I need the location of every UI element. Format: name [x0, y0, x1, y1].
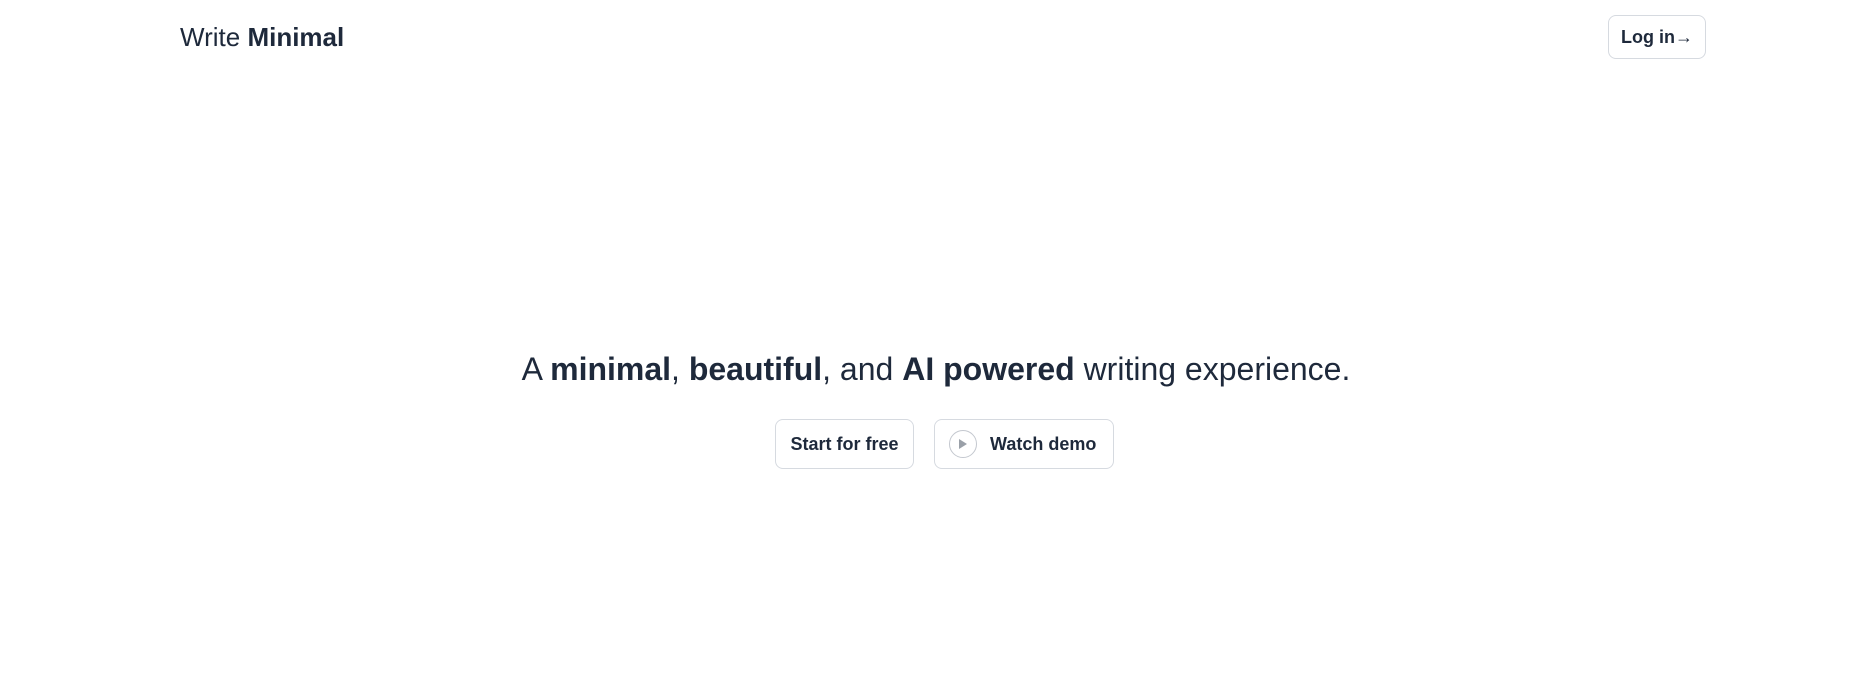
hero-headline: A minimal, beautiful, and AI powered wri… [0, 343, 1872, 395]
hero-text-minimal: minimal [550, 351, 672, 387]
start-for-free-label: Start for free [790, 433, 899, 454]
cta-row: Start for free Watch demo [0, 419, 1872, 469]
brand-prefix: Write [180, 22, 241, 52]
watch-demo-button[interactable]: Watch demo [934, 419, 1114, 469]
play-triangle [959, 439, 967, 449]
brand-name: Minimal [247, 22, 345, 52]
hero-text-and: , and [822, 351, 903, 387]
start-for-free-button[interactable]: Start for free [775, 419, 914, 469]
site-header: Write Minimal Log in→ [0, 0, 1872, 76]
play-icon [949, 430, 977, 458]
hero-text-comma-1: , [671, 351, 689, 387]
landing-page: Write Minimal Log in→ A minimal, beautif… [0, 0, 1872, 676]
hero-text-writing-experience: writing experience. [1074, 351, 1351, 387]
watch-demo-label: Watch demo [990, 433, 1097, 454]
hero-text-a: A [521, 351, 551, 387]
hero-text-beautiful: beautiful [688, 351, 823, 387]
brand-logo[interactable]: Write Minimal [180, 20, 344, 54]
hero-text-ai-powered: AI powered [902, 351, 1075, 387]
login-button[interactable]: Log in→ [1608, 15, 1706, 59]
